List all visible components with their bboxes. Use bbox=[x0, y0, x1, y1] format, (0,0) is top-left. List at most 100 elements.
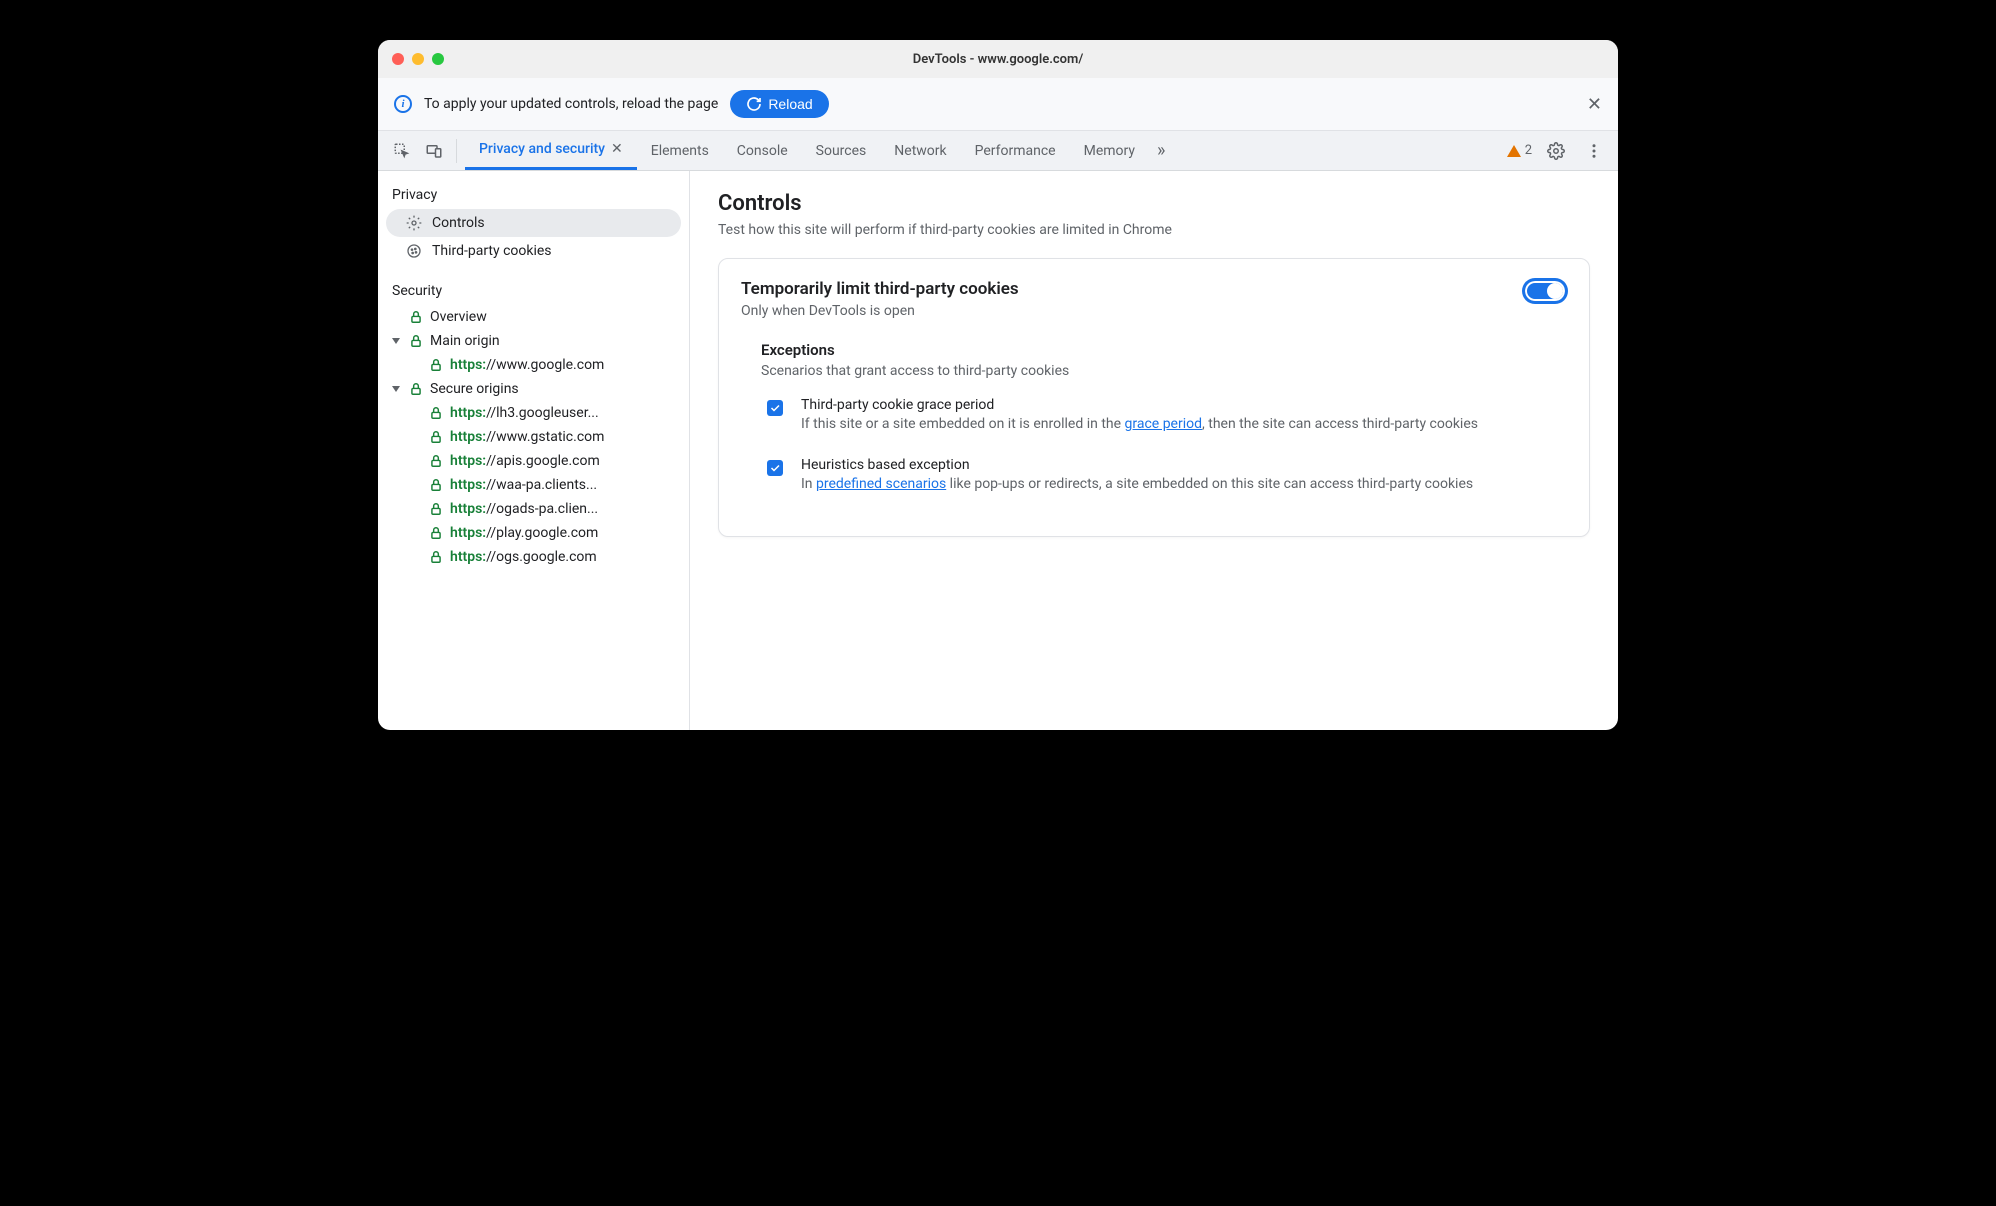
exception-description: In predefined scenarios like pop-ups or … bbox=[801, 475, 1473, 495]
window-close-button[interactable] bbox=[392, 53, 404, 65]
origin-item[interactable]: https://ogads-pa.clien... bbox=[378, 497, 689, 521]
origin-url: https://apis.google.com bbox=[450, 453, 600, 469]
reload-button-label: Reload bbox=[768, 96, 812, 112]
more-options-button[interactable] bbox=[1580, 137, 1608, 165]
warning-icon bbox=[1507, 145, 1521, 157]
tree-node-secure-origins[interactable]: Secure origins bbox=[378, 377, 689, 401]
tab-label: Sources bbox=[816, 143, 867, 159]
window-zoom-button[interactable] bbox=[432, 53, 444, 65]
tab-label: Performance bbox=[975, 143, 1056, 159]
tab-elements[interactable]: Elements bbox=[637, 131, 723, 170]
lock-icon bbox=[428, 453, 444, 469]
check-icon bbox=[769, 402, 781, 414]
toolbar-right: 2 bbox=[1507, 137, 1608, 165]
limit-cookies-toggle[interactable] bbox=[1523, 279, 1567, 303]
tab-close-icon[interactable]: ✕ bbox=[611, 141, 623, 157]
main-panel: Controls Test how this site will perform… bbox=[690, 171, 1618, 730]
origin-item[interactable]: https://lh3.googleuser... bbox=[378, 401, 689, 425]
sidebar-item-label: Overview bbox=[430, 309, 487, 325]
heuristics-checkbox[interactable] bbox=[767, 460, 783, 476]
reload-button[interactable]: Reload bbox=[730, 90, 828, 118]
issues-badge[interactable]: 2 bbox=[1507, 143, 1532, 158]
origin-url: https://lh3.googleuser... bbox=[450, 405, 599, 421]
sidebar-item-controls[interactable]: Controls bbox=[386, 209, 681, 237]
origin-url: https://ogs.google.com bbox=[450, 549, 597, 565]
grace-period-link[interactable]: grace period bbox=[1125, 416, 1203, 432]
tree-node-main-origin[interactable]: Main origin bbox=[378, 329, 689, 353]
exceptions-subheader: Scenarios that grant access to third-par… bbox=[761, 363, 1567, 379]
tree-node-label: Secure origins bbox=[430, 381, 519, 397]
origin-url: https://waa-pa.clients... bbox=[450, 477, 597, 493]
controls-card: Temporarily limit third-party cookies On… bbox=[718, 258, 1590, 537]
tab-performance[interactable]: Performance bbox=[961, 131, 1070, 170]
sidebar: Privacy Controls Third-party cookies Sec… bbox=[378, 171, 690, 730]
traffic-lights bbox=[392, 53, 444, 65]
window-minimize-button[interactable] bbox=[412, 53, 424, 65]
chevron-down-icon bbox=[392, 338, 400, 344]
card-subtitle: Only when DevTools is open bbox=[741, 303, 1019, 319]
exception-title: Third-party cookie grace period bbox=[801, 397, 1478, 413]
page-subtitle: Test how this site will perform if third… bbox=[718, 222, 1590, 238]
content: Privacy Controls Third-party cookies Sec… bbox=[378, 171, 1618, 730]
page-title: Controls bbox=[718, 191, 1590, 216]
tab-memory[interactable]: Memory bbox=[1070, 131, 1149, 170]
titlebar: DevTools - www.google.com/ bbox=[378, 40, 1618, 78]
tab-label: Memory bbox=[1084, 143, 1135, 159]
kebab-icon bbox=[1585, 142, 1603, 160]
panel-tabs: Privacy and security ✕ Elements Console … bbox=[465, 131, 1173, 170]
device-toolbar-icon[interactable] bbox=[420, 137, 448, 165]
info-icon: i bbox=[394, 95, 412, 113]
lock-icon bbox=[408, 309, 424, 325]
card-header: Temporarily limit third-party cookies On… bbox=[741, 279, 1567, 319]
origin-item[interactable]: https://www.google.com bbox=[378, 353, 689, 377]
lock-icon bbox=[428, 477, 444, 493]
exception-description: If this site or a site embedded on it is… bbox=[801, 415, 1478, 435]
lock-icon bbox=[408, 381, 424, 397]
reload-icon bbox=[746, 96, 762, 112]
separator bbox=[456, 139, 457, 163]
sidebar-item-label: Controls bbox=[432, 215, 485, 231]
origin-item[interactable]: https://www.gstatic.com bbox=[378, 425, 689, 449]
origin-item[interactable]: https://waa-pa.clients... bbox=[378, 473, 689, 497]
tree-node-label: Main origin bbox=[430, 333, 500, 349]
exception-heuristics: Heuristics based exception In predefined… bbox=[761, 457, 1567, 495]
tab-console[interactable]: Console bbox=[723, 131, 802, 170]
card-title: Temporarily limit third-party cookies bbox=[741, 279, 1019, 299]
tab-label: Network bbox=[894, 143, 946, 159]
origin-item[interactable]: https://play.google.com bbox=[378, 521, 689, 545]
lock-icon bbox=[428, 501, 444, 517]
inspect-element-icon[interactable] bbox=[388, 137, 416, 165]
sidebar-item-overview[interactable]: Overview bbox=[378, 305, 689, 329]
settings-button[interactable] bbox=[1542, 137, 1570, 165]
lock-icon bbox=[408, 333, 424, 349]
lock-icon bbox=[428, 429, 444, 445]
sidebar-item-label: Third-party cookies bbox=[432, 243, 552, 259]
exceptions-section: Exceptions Scenarios that grant access t… bbox=[741, 341, 1567, 494]
check-icon bbox=[769, 462, 781, 474]
exceptions-header: Exceptions bbox=[761, 341, 1567, 359]
tab-sources[interactable]: Sources bbox=[802, 131, 881, 170]
toolbar: Privacy and security ✕ Elements Console … bbox=[378, 131, 1618, 171]
gear-icon bbox=[1547, 142, 1565, 160]
lock-icon bbox=[428, 405, 444, 421]
sidebar-item-third-party-cookies[interactable]: Third-party cookies bbox=[378, 237, 689, 265]
tab-network[interactable]: Network bbox=[880, 131, 960, 170]
chevron-down-icon bbox=[392, 386, 400, 392]
lock-icon bbox=[428, 549, 444, 565]
origin-url: https://www.google.com bbox=[450, 357, 604, 373]
grace-period-checkbox[interactable] bbox=[767, 400, 783, 416]
issues-count: 2 bbox=[1525, 143, 1532, 158]
tab-privacy-security[interactable]: Privacy and security ✕ bbox=[465, 131, 637, 170]
sidebar-section-privacy: Privacy bbox=[378, 181, 689, 209]
predefined-scenarios-link[interactable]: predefined scenarios bbox=[816, 476, 946, 492]
notice-close-button[interactable]: ✕ bbox=[1587, 94, 1602, 115]
tabs-overflow-button[interactable]: » bbox=[1149, 131, 1173, 170]
window-title: DevTools - www.google.com/ bbox=[913, 52, 1084, 67]
gear-icon bbox=[406, 215, 422, 231]
origin-item[interactable]: https://apis.google.com bbox=[378, 449, 689, 473]
origin-item[interactable]: https://ogs.google.com bbox=[378, 545, 689, 569]
exception-title: Heuristics based exception bbox=[801, 457, 1473, 473]
tab-label: Elements bbox=[651, 143, 709, 159]
origin-url: https://play.google.com bbox=[450, 525, 598, 541]
origin-url: https://ogads-pa.clien... bbox=[450, 501, 598, 517]
